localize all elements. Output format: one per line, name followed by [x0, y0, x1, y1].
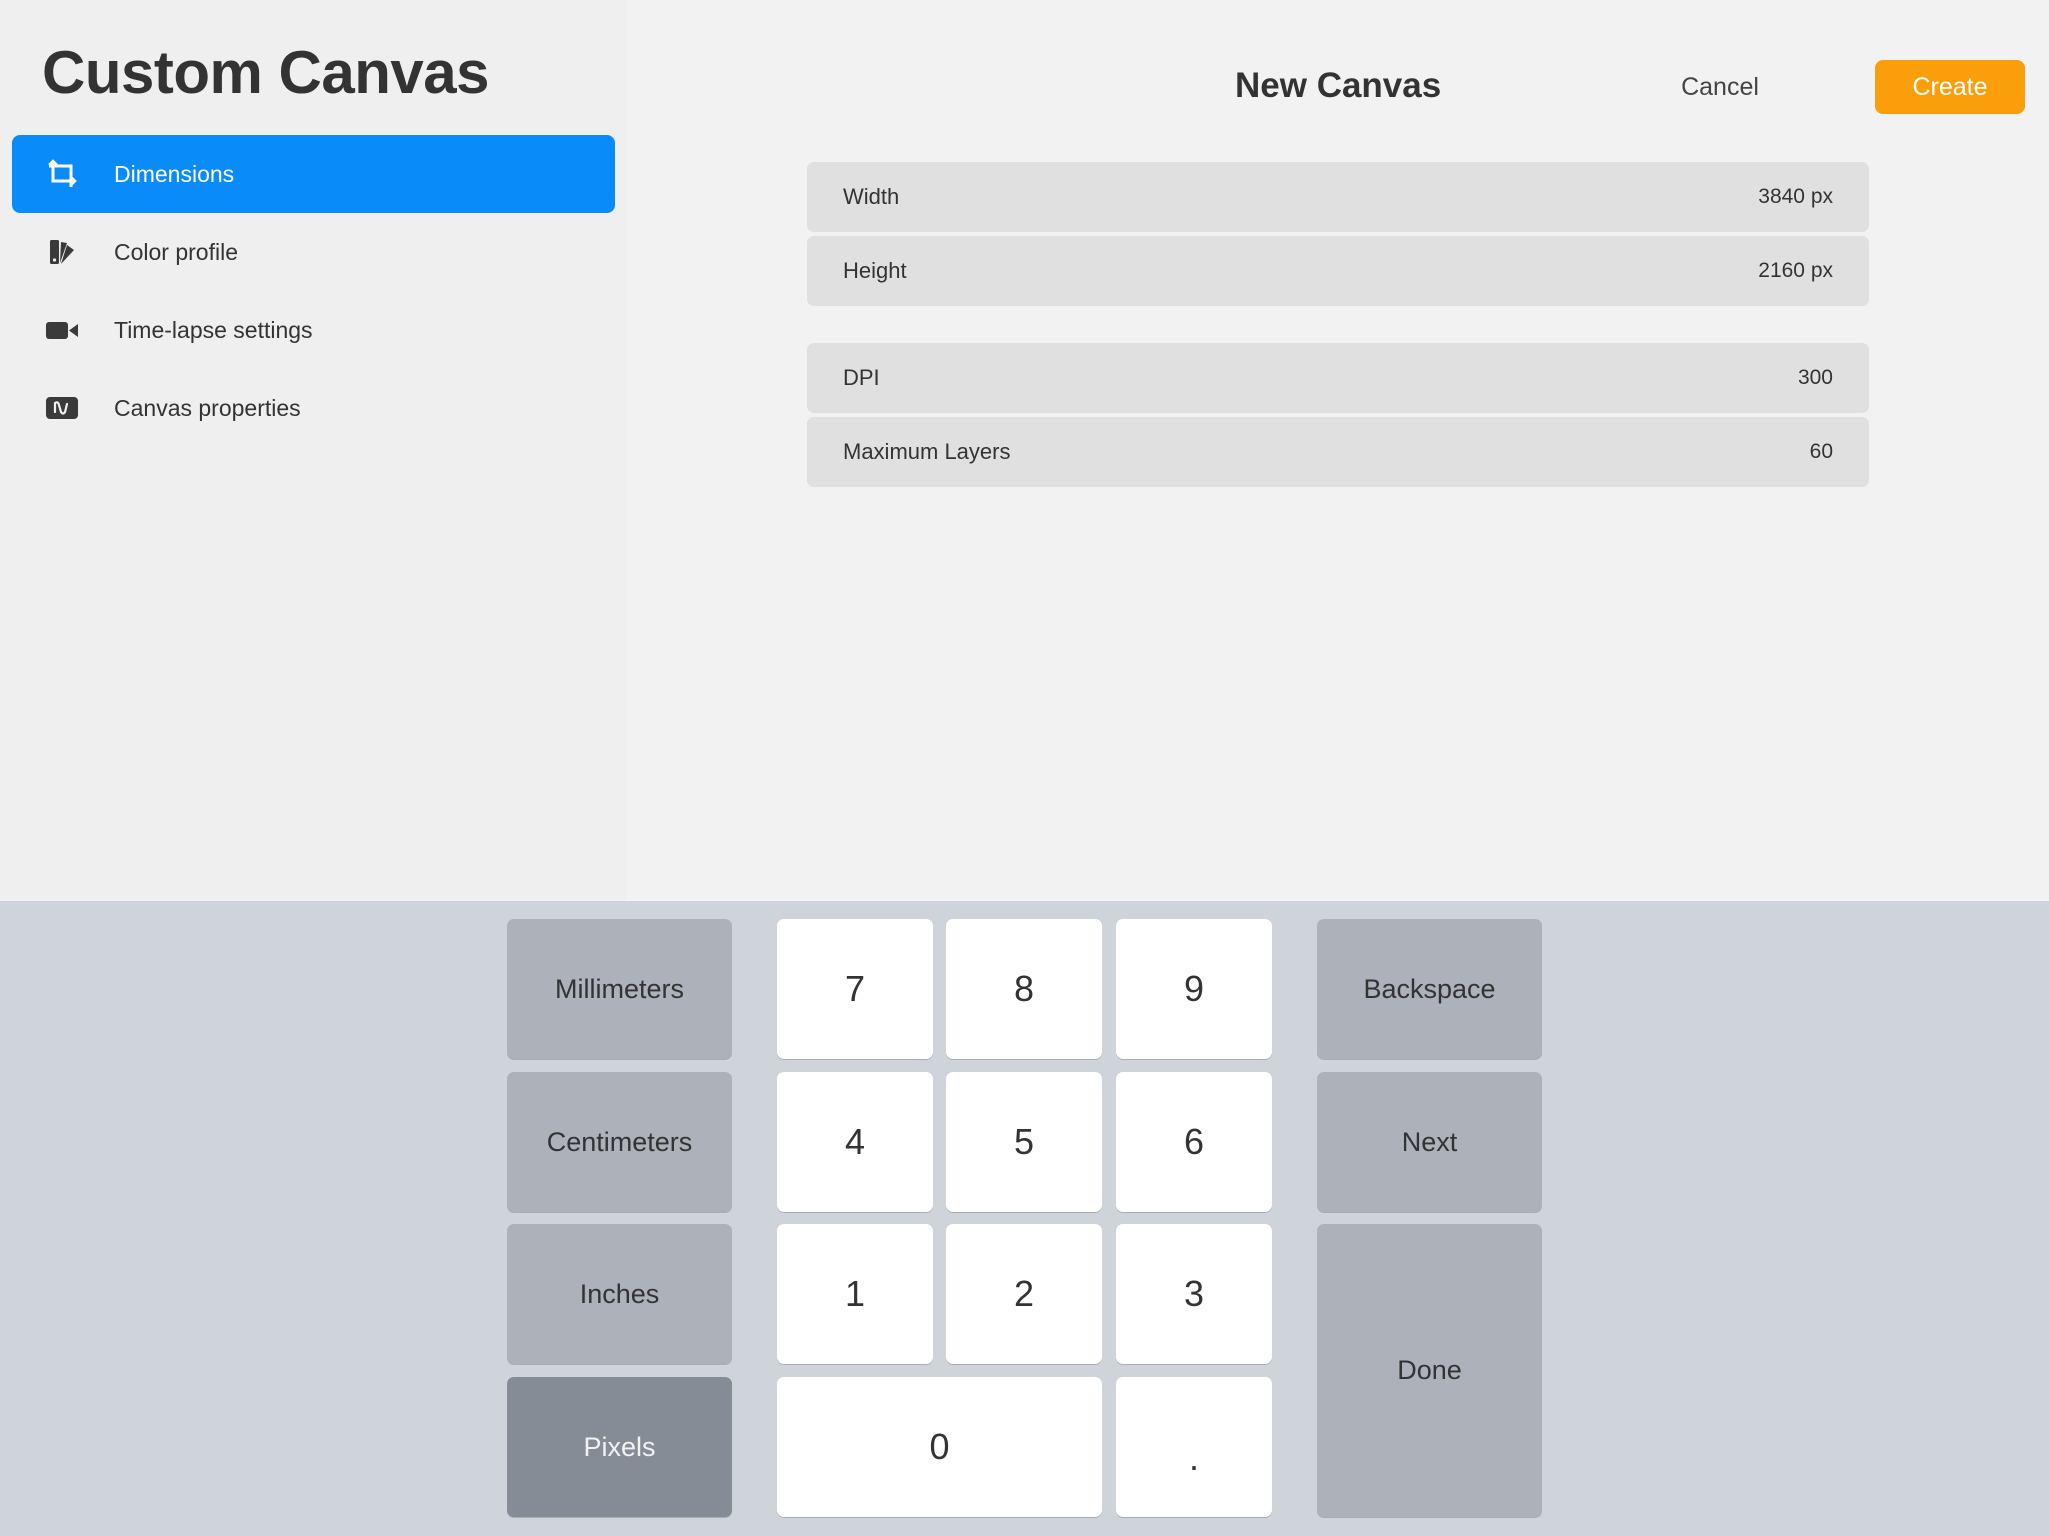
pixels-key[interactable]: Pixels	[507, 1377, 732, 1517]
sidebar-item-label: Time-lapse settings	[114, 316, 313, 343]
backspace-key[interactable]: Backspace	[1317, 919, 1542, 1059]
digit-7-key[interactable]: 7	[777, 919, 933, 1059]
height-field[interactable]: Height 2160 px	[807, 236, 1869, 306]
digit-2-key[interactable]: 2	[946, 1224, 1102, 1364]
dpi-field[interactable]: DPI 300	[807, 343, 1869, 413]
digit-1-key[interactable]: 1	[777, 1224, 933, 1364]
color-swatch-icon	[44, 234, 80, 270]
digit-8-key[interactable]: 8	[946, 919, 1102, 1059]
digit-5-key[interactable]: 5	[946, 1072, 1102, 1212]
field-value: 60	[1809, 440, 1833, 463]
digit-0-key[interactable]: 0	[777, 1377, 1102, 1517]
sidebar-item-dimensions[interactable]: Dimensions	[12, 135, 615, 213]
video-camera-icon	[44, 312, 80, 348]
create-button[interactable]: Create	[1875, 60, 2025, 114]
field-value: 300	[1797, 366, 1833, 389]
numeric-keypad: Millimeters Centimeters Inches Pixels 7 …	[0, 901, 2049, 1536]
sidebar-item-canvas-properties[interactable]: Canvas properties	[12, 369, 615, 447]
done-key[interactable]: Done	[1317, 1224, 1542, 1517]
centimeters-key[interactable]: Centimeters	[507, 1072, 732, 1212]
field-label: DPI	[843, 365, 880, 390]
crop-icon	[44, 156, 80, 192]
sidebar-item-label: Canvas properties	[114, 394, 301, 421]
field-value: 3840 px	[1758, 185, 1833, 208]
field-label: Maximum Layers	[843, 439, 1011, 464]
field-label: Width	[843, 184, 900, 209]
sidebar-item-color-profile[interactable]: Color profile	[12, 213, 615, 291]
sidebar-title: Custom Canvas	[42, 39, 489, 106]
sidebar-item-time-lapse-settings[interactable]: Time-lapse settings	[12, 291, 615, 369]
field-value: 2160 px	[1758, 259, 1833, 282]
digit-4-key[interactable]: 4	[777, 1072, 933, 1212]
next-key[interactable]: Next	[1317, 1072, 1542, 1212]
width-field[interactable]: Width 3840 px	[807, 162, 1869, 232]
cancel-button[interactable]: Cancel	[1640, 60, 1800, 114]
maximum-layers-field[interactable]: Maximum Layers 60	[807, 417, 1869, 487]
millimeters-key[interactable]: Millimeters	[507, 919, 732, 1059]
page-title: New Canvas	[1235, 66, 1442, 105]
digit-3-key[interactable]: 3	[1116, 1224, 1272, 1364]
sidebar-item-label: Dimensions	[114, 160, 235, 187]
sidebar-item-label: Color profile	[114, 238, 238, 265]
inches-key[interactable]: Inches	[507, 1224, 732, 1364]
field-label: Height	[843, 258, 907, 283]
sidebar: Custom Canvas Dimensions Color profile T…	[0, 0, 627, 901]
digit-9-key[interactable]: 9	[1116, 919, 1272, 1059]
canvas-properties-icon	[44, 390, 80, 426]
decimal-point-key[interactable]: .	[1116, 1377, 1272, 1517]
digit-6-key[interactable]: 6	[1116, 1072, 1272, 1212]
